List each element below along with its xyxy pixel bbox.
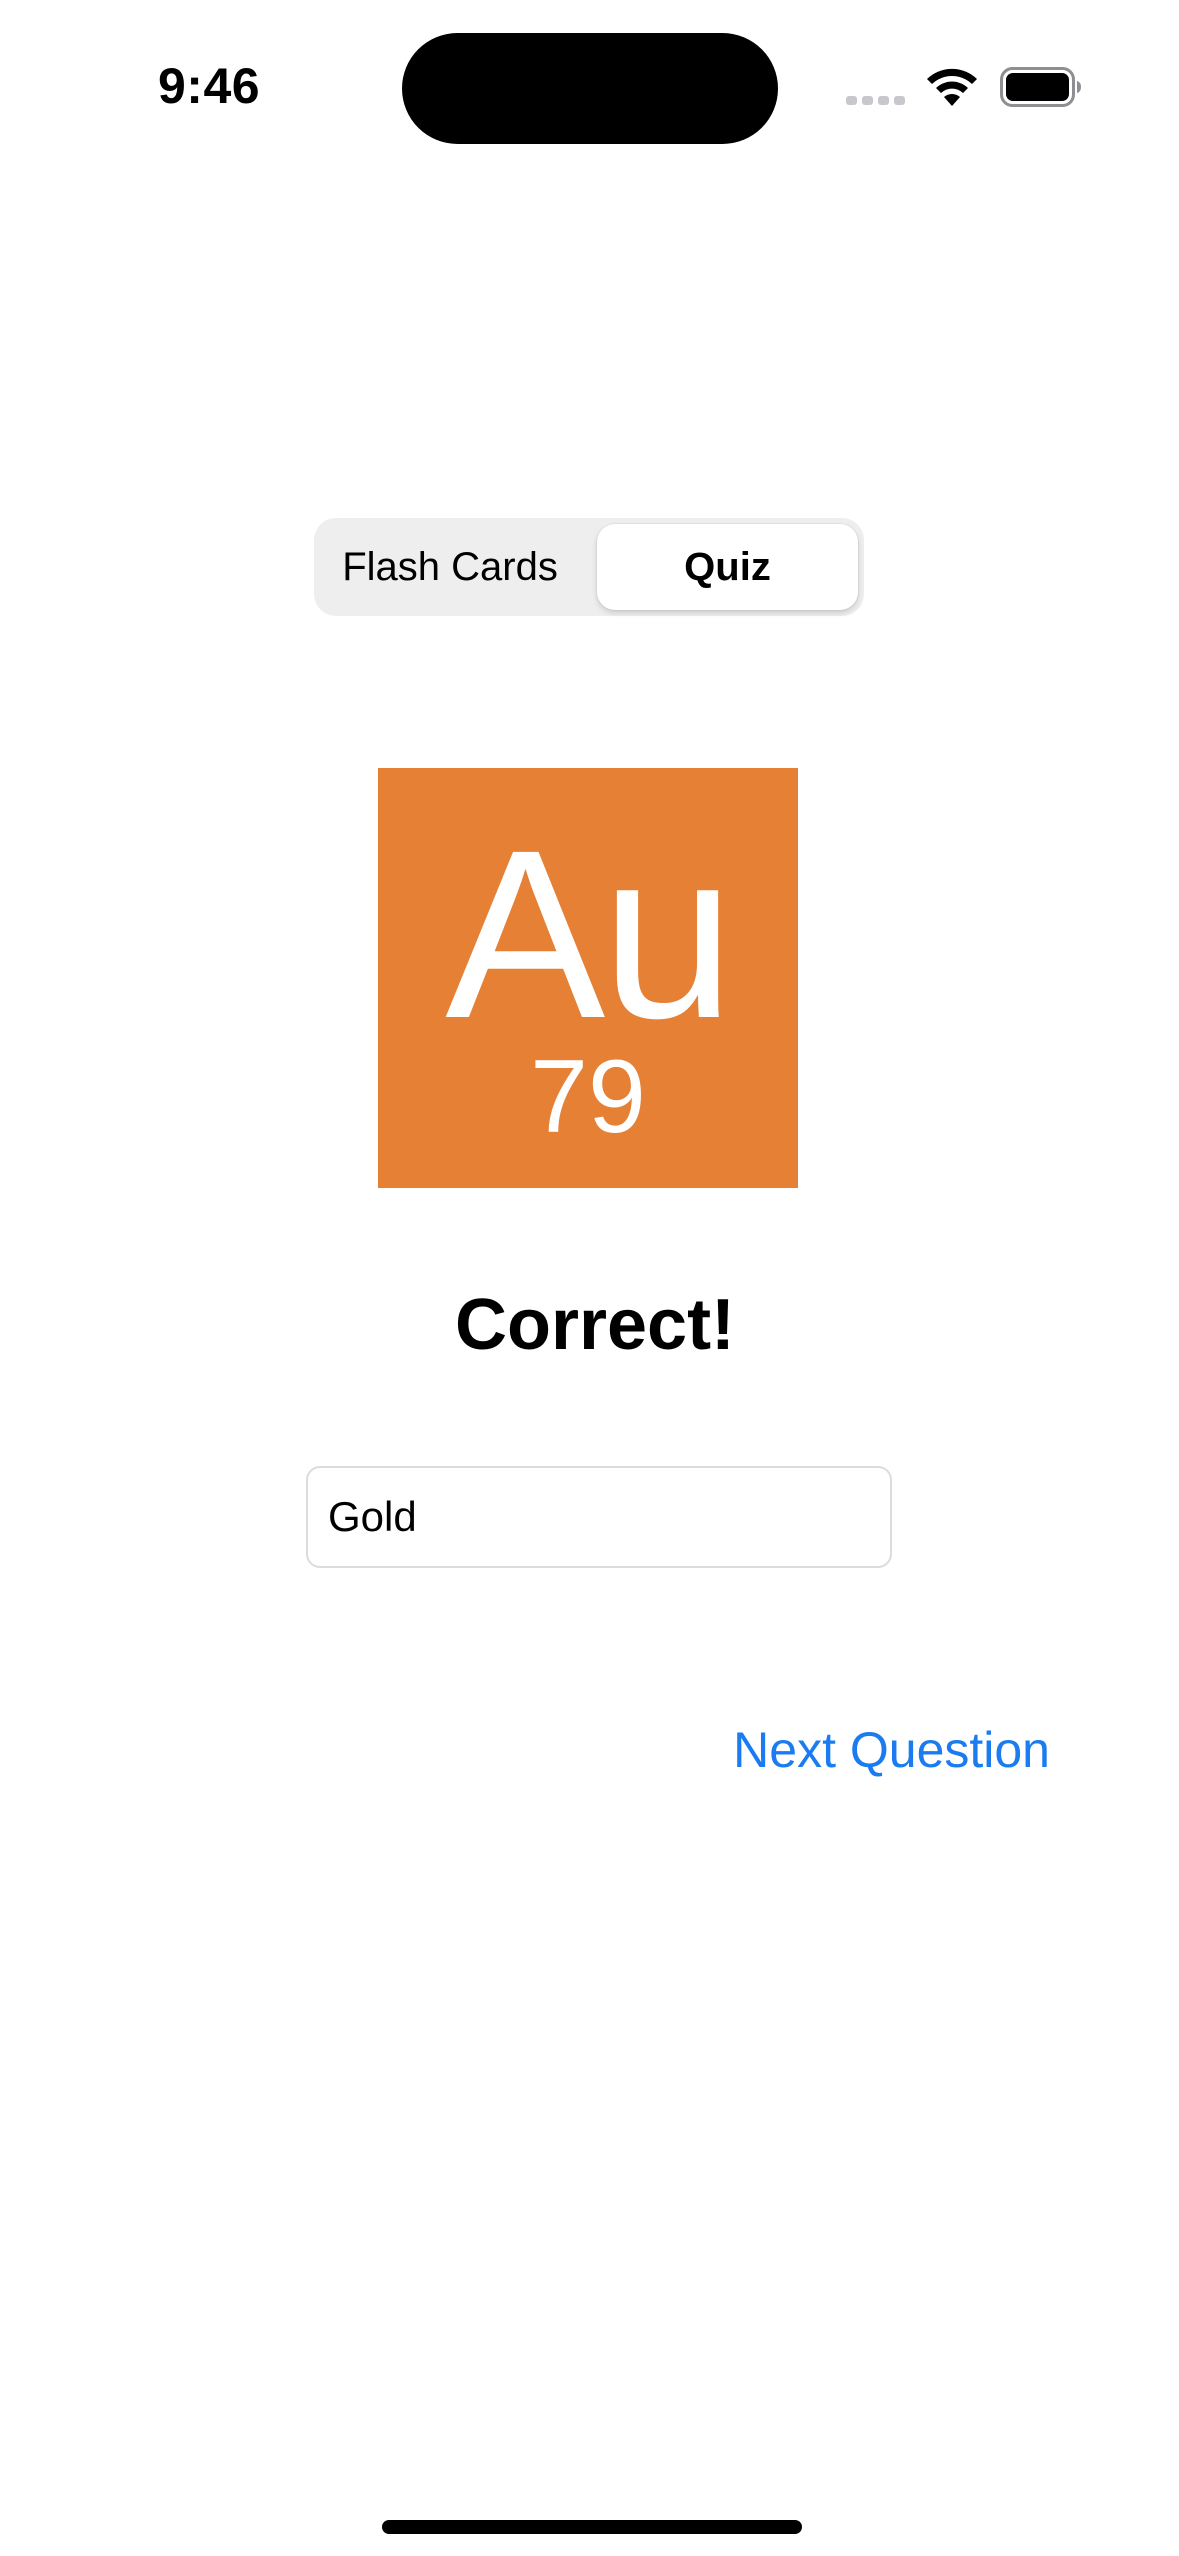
- element-atomic-number: 79: [530, 1039, 646, 1155]
- wifi-icon: [927, 68, 977, 106]
- segment-quiz[interactable]: Quiz: [597, 524, 858, 610]
- battery-icon: [1000, 67, 1081, 107]
- home-indicator[interactable]: [382, 2520, 802, 2534]
- answer-input[interactable]: [328, 1468, 868, 1566]
- dynamic-island: [402, 33, 778, 144]
- mode-segmented-control: Flash Cards Quiz: [314, 518, 864, 616]
- cellular-signal-icon: [846, 96, 906, 106]
- status-time: 9:46: [158, 58, 261, 114]
- element-tile: Au 79: [378, 768, 798, 1188]
- segment-flash-cards[interactable]: Flash Cards: [320, 524, 580, 610]
- element-symbol: Au: [445, 800, 735, 1068]
- result-label: Correct!: [454, 1285, 736, 1365]
- answer-field: [306, 1466, 892, 1568]
- next-question-button[interactable]: Next Question: [680, 1714, 1050, 1786]
